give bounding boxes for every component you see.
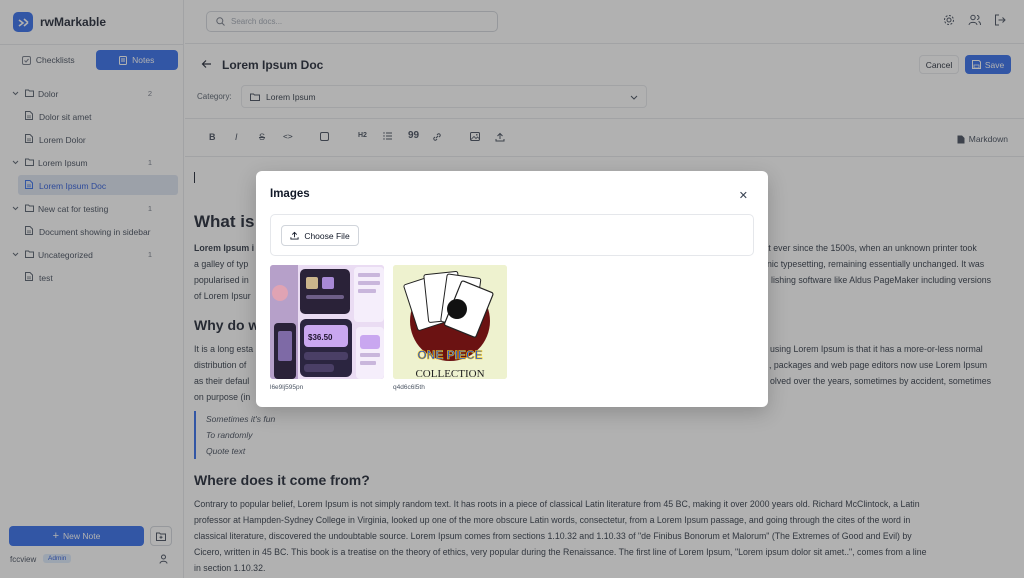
modal-title: Images [270, 188, 310, 200]
thumbnail-2-logo: ONE PIECE [417, 348, 482, 362]
image-caption-1: l6e9lj595pn [270, 384, 304, 391]
choose-file-label: Choose File [304, 230, 350, 241]
thumbnail-1-art: $36.50 [270, 265, 384, 379]
images-modal: Images ✕ Choose File $36.50 l6e9lj595pn … [256, 171, 768, 407]
image-caption-2: q4d6c6l5th [393, 384, 425, 391]
choose-file-button[interactable]: Choose File [281, 225, 359, 246]
upload-area: Choose File [270, 214, 754, 256]
image-thumbnail-1[interactable]: $36.50 [270, 265, 384, 379]
upload-icon [290, 231, 299, 240]
thumbnail-2-subtitle: COLLECTION [415, 368, 484, 379]
thumbnail-2-art: ONE PIECE COLLECTION [393, 265, 507, 379]
close-icon[interactable]: ✕ [739, 189, 748, 202]
image-thumbnail-2[interactable]: ONE PIECE COLLECTION [393, 265, 507, 379]
thumbnail-1-price: $36.50 [308, 333, 333, 342]
